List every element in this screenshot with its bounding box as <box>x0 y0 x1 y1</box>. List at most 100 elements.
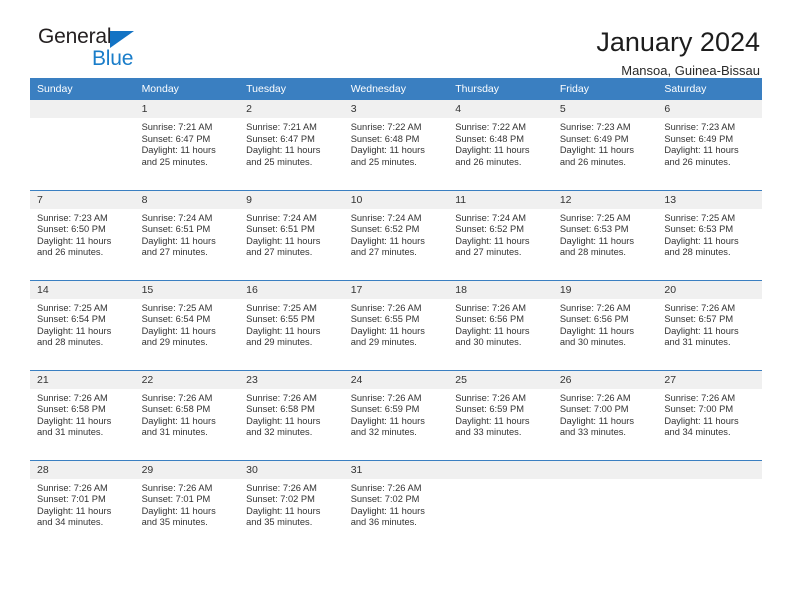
day-detail-line: Daylight: 11 hours <box>141 235 216 246</box>
calendar-day-cell[interactable]: 3 Sunrise: 7:22 AM Sunset: 6:48 PM Daylight… <box>343 100 449 190</box>
day-detail-line: Sunrise: 7:26 AM <box>664 392 736 403</box>
day-detail-line: and 34 minutes. <box>664 427 731 438</box>
day-detail-line: Sunset: 7:00 PM <box>559 404 629 415</box>
day-detail-line: and 35 minutes. <box>246 517 313 528</box>
calendar-day-cell[interactable]: 9 Sunrise: 7:24 AM Sunset: 6:51 PM Daylight… <box>239 189 344 280</box>
day-detail-line: Daylight: 11 hours <box>455 325 530 336</box>
calendar-page: General Blue January 2024 Mansoa, Guinea… <box>0 0 792 612</box>
day-number: 12 <box>552 190 658 209</box>
day-detail-line: Sunrise: 7:26 AM <box>350 482 422 493</box>
calendar-day-cell[interactable]: 29 Sunrise: 7:26 AM Sunset: 7:01 PM Dayligh… <box>134 459 240 550</box>
calendar-day-cell[interactable]: 26 Sunrise: 7:26 AM Sunset: 7:00 PM Dayligh… <box>552 369 658 460</box>
calendar-day-cell[interactable]: 1 Sunrise: 7:21 AM Sunset: 6:47 PM Daylight… <box>134 100 240 190</box>
day-details: Sunrise: 7:26 AM Sunset: 7:02 PM Daylight:… <box>239 479 344 529</box>
day-detail-line: Sunrise: 7:25 AM <box>246 302 317 313</box>
day-details: Sunrise: 7:26 AM Sunset: 7:02 PM Daylight:… <box>344 479 449 529</box>
day-detail-line: Sunrise: 7:26 AM <box>141 482 213 493</box>
day-detail-line: Daylight: 11 hours <box>350 235 425 246</box>
day-detail-line: Daylight: 11 hours <box>350 145 425 156</box>
day-number <box>448 460 553 479</box>
day-detail-line: Sunrise: 7:26 AM <box>246 482 317 493</box>
day-detail-line: and 26 minutes. <box>37 247 104 258</box>
day-detail-line: and 27 minutes. <box>455 247 522 258</box>
day-details: Sunrise: 7:26 AM Sunset: 7:00 PM Daylight:… <box>553 389 658 439</box>
calendar-day-cell[interactable]: 4 Sunrise: 7:22 AM Sunset: 6:48 PM Daylight… <box>448 100 553 190</box>
calendar-day-cell[interactable]: 7 Sunrise: 7:23 AM Sunset: 6:50 PM Daylight… <box>30 189 135 280</box>
day-detail-line: Sunrise: 7:22 AM <box>350 122 422 132</box>
day-details: Sunrise: 7:26 AM Sunset: 6:58 PM Daylight:… <box>135 389 240 439</box>
calendar-day-cell[interactable]: 18 Sunrise: 7:26 AM Sunset: 6:56 PM Dayligh… <box>448 279 553 370</box>
day-detail-line: Sunset: 6:59 PM <box>455 404 524 415</box>
day-detail-line: Sunrise: 7:24 AM <box>350 212 422 223</box>
calendar-day-cell[interactable]: 5 Sunrise: 7:23 AM Sunset: 6:49 PM Daylight… <box>552 100 658 190</box>
calendar-day-cell[interactable]: 30 Sunrise: 7:26 AM Sunset: 7:02 PM Dayligh… <box>239 459 344 550</box>
brand-logo[interactable]: General Blue <box>30 26 160 69</box>
calendar-week-row: 1 Sunrise: 7:21 AM Sunset: 6:47 PM Daylight… <box>30 100 762 190</box>
calendar-body: 1 Sunrise: 7:21 AM Sunset: 6:47 PM Daylight… <box>30 100 762 550</box>
calendar-day-cell[interactable]: 21 Sunrise: 7:26 AM Sunset: 6:58 PM Dayligh… <box>30 369 135 460</box>
calendar-day-cell[interactable]: 25 Sunrise: 7:26 AM Sunset: 6:59 PM Dayligh… <box>448 369 553 460</box>
day-detail-line: Sunrise: 7:26 AM <box>455 392 527 403</box>
day-detail-line: and 33 minutes. <box>455 427 522 438</box>
day-detail-line: Daylight: 11 hours <box>664 145 739 156</box>
day-detail-line: Daylight: 11 hours <box>455 415 530 426</box>
calendar-day-cell[interactable]: 23 Sunrise: 7:26 AM Sunset: 6:58 PM Dayligh… <box>239 369 344 460</box>
day-number: 4 <box>448 100 553 118</box>
day-number <box>657 460 762 479</box>
day-number: 10 <box>343 190 449 209</box>
calendar-day-cell[interactable]: 27 Sunrise: 7:26 AM Sunset: 7:00 PM Dayligh… <box>657 369 762 460</box>
day-number: 21 <box>30 370 135 389</box>
day-detail-line: Sunset: 7:02 PM <box>350 494 420 505</box>
day-number: 30 <box>239 460 344 479</box>
day-number: 11 <box>448 190 553 209</box>
day-detail-line: and 33 minutes. <box>559 427 626 438</box>
day-details: Sunrise: 7:26 AM Sunset: 6:58 PM Daylight:… <box>30 389 135 439</box>
day-detail-line: and 32 minutes. <box>350 427 417 438</box>
calendar-day-cell[interactable]: 13 Sunrise: 7:25 AM Sunset: 6:53 PM Dayligh… <box>657 189 762 280</box>
day-number: 5 <box>552 100 658 118</box>
day-detail-line: Daylight: 11 hours <box>664 325 739 336</box>
calendar-day-cell[interactable]: 12 Sunrise: 7:25 AM Sunset: 6:53 PM Dayligh… <box>552 189 658 280</box>
day-detail-line: Sunrise: 7:25 AM <box>37 302 108 313</box>
calendar-day-cell[interactable]: 8 Sunrise: 7:24 AM Sunset: 6:51 PM Daylight… <box>134 189 240 280</box>
day-details: Sunrise: 7:25 AM Sunset: 6:54 PM Daylight:… <box>30 299 135 349</box>
day-details: Sunrise: 7:24 AM Sunset: 6:51 PM Daylight:… <box>135 209 240 259</box>
day-detail-line: Daylight: 11 hours <box>664 415 739 426</box>
day-detail-line: Sunrise: 7:26 AM <box>37 392 108 403</box>
day-detail-line: Sunrise: 7:26 AM <box>350 302 422 313</box>
calendar-day-cell[interactable]: 19 Sunrise: 7:26 AM Sunset: 6:56 PM Dayligh… <box>552 279 658 370</box>
day-detail-line: and 28 minutes. <box>664 247 731 258</box>
calendar-day-cell[interactable]: 24 Sunrise: 7:26 AM Sunset: 6:59 PM Dayligh… <box>343 369 449 460</box>
calendar-day-cell[interactable]: 11 Sunrise: 7:24 AM Sunset: 6:52 PM Dayligh… <box>448 189 553 280</box>
calendar-day-cell[interactable]: 22 Sunrise: 7:26 AM Sunset: 6:58 PM Dayligh… <box>134 369 240 460</box>
calendar-day-cell[interactable]: 31 Sunrise: 7:26 AM Sunset: 7:02 PM Dayligh… <box>343 459 449 550</box>
day-number: 29 <box>134 460 240 479</box>
calendar-day-cell[interactable]: 14 Sunrise: 7:25 AM Sunset: 6:54 PM Dayligh… <box>30 279 135 370</box>
calendar-day-cell[interactable]: 10 Sunrise: 7:24 AM Sunset: 6:52 PM Dayligh… <box>343 189 449 280</box>
calendar-day-cell[interactable]: 16 Sunrise: 7:25 AM Sunset: 6:55 PM Dayligh… <box>239 279 344 370</box>
day-detail-line: Sunrise: 7:23 AM <box>37 212 108 223</box>
day-detail-line: Daylight: 11 hours <box>455 235 530 246</box>
calendar-day-cell[interactable]: 28 Sunrise: 7:26 AM Sunset: 7:01 PM Dayligh… <box>30 459 135 550</box>
day-details: Sunrise: 7:26 AM Sunset: 7:01 PM Daylight:… <box>30 479 135 529</box>
calendar-day-cell[interactable]: 17 Sunrise: 7:26 AM Sunset: 6:55 PM Dayligh… <box>343 279 449 370</box>
day-detail-line: Sunset: 6:47 PM <box>141 133 211 144</box>
day-detail-line: and 35 minutes. <box>141 517 208 528</box>
day-detail-line: and 29 minutes. <box>350 337 417 348</box>
day-detail-line: and 31 minutes. <box>664 337 731 348</box>
calendar-day-cell[interactable]: 2 Sunrise: 7:21 AM Sunset: 6:47 PM Daylight… <box>239 100 344 190</box>
calendar-week-row: 21 Sunrise: 7:26 AM Sunset: 6:58 PM Dayligh… <box>30 369 762 460</box>
calendar-day-cell[interactable]: 6 Sunrise: 7:23 AM Sunset: 6:49 PM Daylight… <box>657 100 762 190</box>
day-detail-line: Daylight: 11 hours <box>559 325 635 336</box>
calendar-day-cell[interactable]: 20 Sunrise: 7:26 AM Sunset: 6:57 PM Dayligh… <box>657 279 762 370</box>
calendar-day-cell[interactable]: 15 Sunrise: 7:25 AM Sunset: 6:54 PM Dayligh… <box>134 279 240 370</box>
day-details: Sunrise: 7:26 AM Sunset: 6:55 PM Daylight:… <box>344 299 449 349</box>
day-detail-line: Daylight: 11 hours <box>246 235 321 246</box>
day-detail-line: Sunrise: 7:26 AM <box>559 392 631 403</box>
day-detail-line: Sunrise: 7:26 AM <box>37 482 108 493</box>
day-detail-line: and 32 minutes. <box>246 427 313 438</box>
page-header: General Blue January 2024 Mansoa, Guinea… <box>30 0 762 79</box>
day-detail-line: Sunrise: 7:26 AM <box>455 302 527 313</box>
day-details: Sunrise: 7:25 AM Sunset: 6:54 PM Daylight:… <box>135 299 240 349</box>
day-detail-line: and 27 minutes. <box>350 247 417 258</box>
